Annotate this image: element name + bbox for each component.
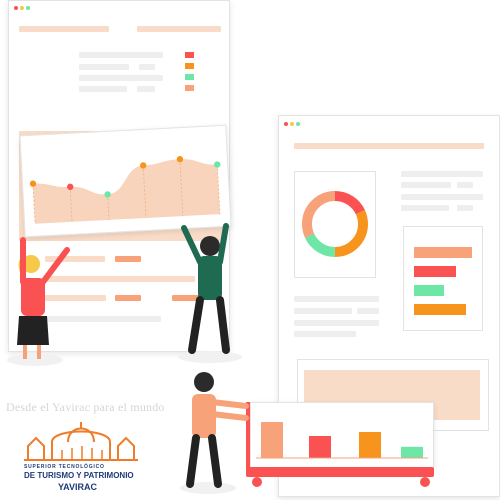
header-bar-right	[137, 26, 221, 32]
text-line	[137, 86, 155, 92]
header-bar	[294, 143, 484, 149]
text-line	[401, 171, 483, 177]
text-line	[401, 182, 451, 188]
legend-swatch	[185, 52, 194, 58]
cart-bar	[401, 446, 423, 458]
text-line	[294, 308, 352, 314]
window-maximize-dot	[296, 122, 300, 126]
window-close-dot	[284, 122, 288, 126]
line-chart-icon	[29, 155, 221, 224]
text-line	[79, 64, 129, 70]
text-line	[294, 320, 379, 326]
text-line	[457, 205, 473, 211]
header-bar	[19, 26, 109, 32]
line-chart-card	[19, 124, 232, 238]
text-line	[79, 75, 163, 81]
legend-swatch	[185, 85, 194, 91]
window-minimize-dot	[20, 6, 24, 10]
text-line	[294, 331, 356, 337]
hbar	[414, 247, 472, 258]
hbar	[414, 304, 467, 315]
logo-text-line1: SUPERIOR TECNOLÓGICO	[24, 464, 105, 470]
text-line	[457, 182, 473, 188]
cart-bar	[359, 432, 381, 458]
window-maximize-dot	[26, 6, 30, 10]
cart-bar	[261, 422, 283, 458]
watermark-text: Desde el Yavirac para el mundo	[6, 400, 165, 414]
text-line	[401, 205, 449, 211]
bar-chart-cart	[250, 402, 434, 469]
institution-logo-icon	[24, 422, 138, 461]
window-minimize-dot	[290, 122, 294, 126]
person-icon	[178, 223, 242, 363]
window-close-dot	[14, 6, 18, 10]
line-chart-area	[33, 159, 220, 224]
cart-bar	[309, 436, 331, 458]
legend-swatch	[185, 74, 194, 80]
text-line	[401, 194, 483, 200]
cart-base	[246, 467, 434, 477]
legend-swatch	[185, 63, 194, 69]
row-bar	[115, 256, 141, 262]
person-icon	[180, 372, 249, 494]
cart-wheel	[420, 477, 430, 487]
text-line	[357, 308, 379, 314]
hbar	[414, 285, 445, 296]
logo-text-line3: YAVIRAC	[58, 482, 98, 492]
text-line	[139, 64, 155, 70]
hbar	[414, 266, 456, 277]
text-line	[294, 296, 379, 302]
hbar-panel	[403, 226, 483, 331]
logo-text-line2: DE TURISMO Y PATRIMONIO	[24, 471, 134, 480]
person-icon	[7, 237, 70, 366]
donut-chart-icon	[302, 191, 368, 257]
bar-chart-icon	[256, 422, 428, 459]
text-line	[79, 86, 127, 92]
row-bar	[115, 295, 141, 301]
donut-panel	[294, 171, 376, 278]
text-line	[79, 52, 163, 58]
